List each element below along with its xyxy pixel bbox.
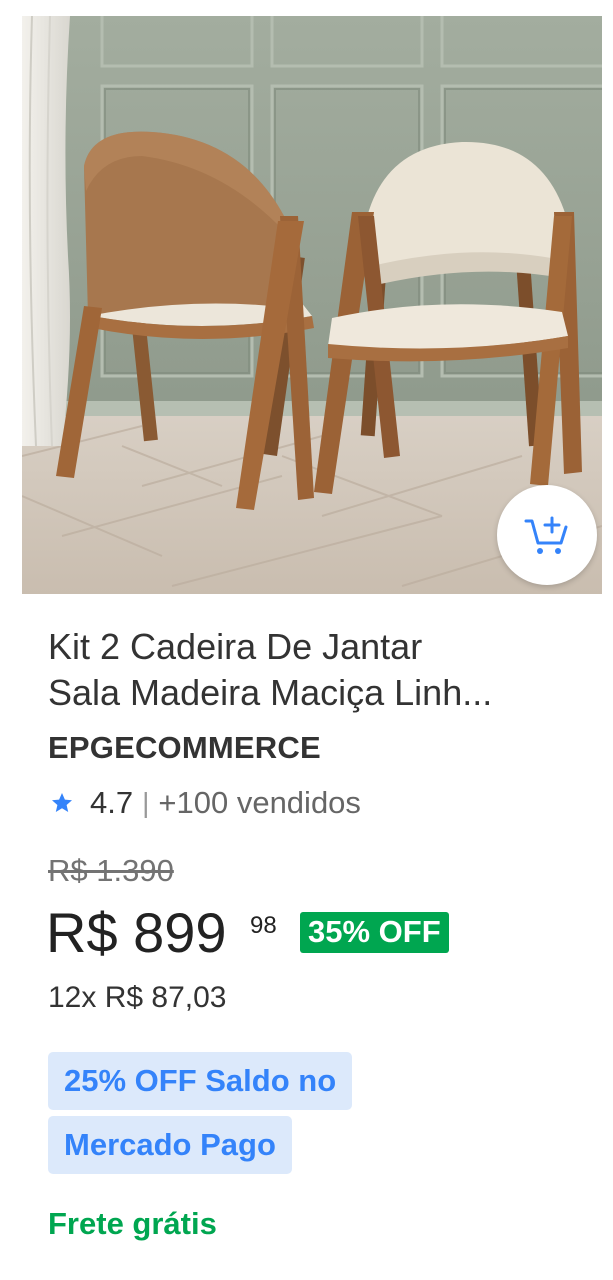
product-title-line-2: Sala Madeira Maciça Linh... bbox=[48, 672, 493, 713]
installments-info: 12x R$ 87,03 bbox=[48, 981, 227, 1014]
promo-badge-line-2: Mercado Pago bbox=[48, 1116, 292, 1174]
add-to-cart-icon bbox=[524, 516, 568, 554]
seller-name: EPGECOMMERCE bbox=[48, 730, 321, 765]
product-title-line-1: Kit 2 Cadeira De Jantar bbox=[48, 626, 423, 667]
original-price: R$ 1.390 bbox=[48, 853, 174, 888]
discount-badge: 35% OFF bbox=[300, 912, 449, 953]
sold-count: +100 vendidos bbox=[158, 785, 361, 820]
product-title[interactable]: Kit 2 Cadeira De Jantar Sala Madeira Mac… bbox=[48, 624, 588, 716]
rating-value: 4.7 bbox=[90, 785, 134, 820]
rating-separator: | bbox=[142, 787, 150, 818]
star-icon bbox=[50, 791, 74, 815]
product-card[interactable]: Kit 2 Cadeira De Jantar Sala Madeira Mac… bbox=[0, 0, 613, 1280]
free-shipping-label: Frete grátis bbox=[48, 1206, 217, 1241]
add-to-cart-button[interactable] bbox=[497, 485, 597, 585]
promo-badge-line-1: 25% OFF Saldo no bbox=[48, 1052, 353, 1110]
product-image[interactable] bbox=[22, 16, 602, 594]
current-price-cents: 98 bbox=[250, 912, 277, 939]
rating-row: 4.7 | +100 vendidos bbox=[50, 783, 361, 823]
current-price: R$ 899 bbox=[46, 901, 227, 964]
